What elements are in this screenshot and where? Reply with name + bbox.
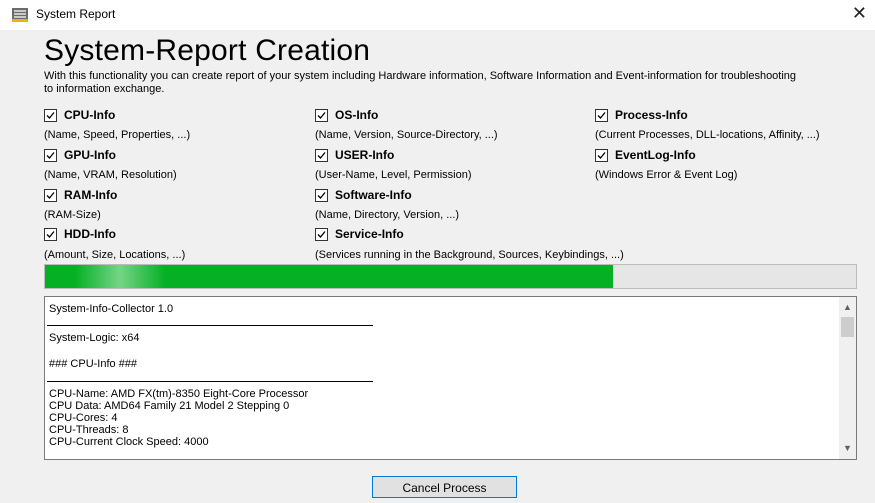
hdd-info-label: HDD-Info <box>64 227 116 241</box>
os-info-checkbox[interactable]: OS-Info <box>315 108 378 122</box>
eventlog-info-label: EventLog-Info <box>615 148 696 162</box>
os-info-label: OS-Info <box>335 108 379 122</box>
page-title: System-Report Creation <box>44 34 371 67</box>
gpu-info-label: GPU-Info <box>64 148 116 162</box>
process-info-description: (Current Processes, DLL-locations, Affin… <box>595 129 820 141</box>
ram-info-description: (RAM-Size) <box>44 209 101 221</box>
hdd-info-checkbox[interactable]: HDD-Info <box>44 227 116 241</box>
checkbox-checked-icon[interactable] <box>315 148 328 162</box>
vertical-scrollbar[interactable]: ▲ ▼ <box>839 297 856 459</box>
scroll-down-arrow-icon[interactable]: ▼ <box>839 440 856 457</box>
ram-info-label: RAM-Info <box>64 188 118 202</box>
window-title: System Report <box>36 7 116 21</box>
log-separator <box>47 325 373 326</box>
process-info-checkbox[interactable]: Process-Info <box>595 108 688 122</box>
log-line: ### CPU-Info ### <box>49 358 138 370</box>
progress-shine <box>75 265 165 288</box>
software-info-label: Software-Info <box>335 188 412 202</box>
hdd-info-description: (Amount, Size, Locations, ...) <box>44 249 186 261</box>
process-info-label: Process-Info <box>615 108 688 122</box>
log-line: CPU-Name: AMD FX(tm)-8350 Eight-Core Pro… <box>49 388 309 400</box>
log-output[interactable]: System-Info-Collector 1.0 System-Logic: … <box>44 296 857 460</box>
log-line: CPU Data: AMD64 Family 21 Model 2 Steppi… <box>49 400 290 412</box>
checkbox-checked-icon[interactable] <box>315 188 328 202</box>
eventlog-info-checkbox[interactable]: EventLog-Info <box>595 148 696 162</box>
checkbox-checked-icon[interactable] <box>44 227 57 241</box>
user-info-label: USER-Info <box>335 148 395 162</box>
report-icon <box>12 8 28 22</box>
service-info-description: (Services running in the Background, Sou… <box>315 249 624 261</box>
scrollbar-thumb[interactable] <box>841 317 854 337</box>
log-line: System-Info-Collector 1.0 <box>49 303 174 315</box>
cpu-info-description: (Name, Speed, Properties, ...) <box>44 129 191 141</box>
user-info-checkbox[interactable]: USER-Info <box>315 148 394 162</box>
user-info-description: (User-Name, Level, Permission) <box>315 169 472 181</box>
checkbox-checked-icon[interactable] <box>44 108 57 122</box>
gpu-info-checkbox[interactable]: GPU-Info <box>44 148 116 162</box>
log-line: System-Logic: x64 <box>49 332 140 344</box>
progress-bar <box>44 264 857 289</box>
log-line: CPU-Threads: 8 <box>49 424 129 436</box>
eventlog-info-description: (Windows Error & Event Log) <box>595 169 738 181</box>
checkbox-checked-icon[interactable] <box>44 148 57 162</box>
cancel-process-button[interactable]: Cancel Process <box>372 476 517 498</box>
checkbox-checked-icon[interactable] <box>595 148 608 162</box>
software-info-checkbox[interactable]: Software-Info <box>315 188 412 202</box>
checkbox-checked-icon[interactable] <box>315 227 328 241</box>
cpu-info-checkbox[interactable]: CPU-Info <box>44 108 115 122</box>
page-description: With this functionality you can create r… <box>44 70 797 95</box>
title-bar: System Report ✕ <box>0 0 875 30</box>
checkbox-checked-icon[interactable] <box>315 108 328 122</box>
os-info-description: (Name, Version, Source-Directory, ...) <box>315 129 498 141</box>
checkbox-checked-icon[interactable] <box>44 188 57 202</box>
service-info-checkbox[interactable]: Service-Info <box>315 227 404 241</box>
software-info-description: (Name, Directory, Version, ...) <box>315 209 460 221</box>
gpu-info-description: (Name, VRAM, Resolution) <box>44 169 177 181</box>
scroll-up-arrow-icon[interactable]: ▲ <box>839 299 856 316</box>
checkbox-checked-icon[interactable] <box>595 108 608 122</box>
cpu-info-label: CPU-Info <box>64 108 116 122</box>
ram-info-checkbox[interactable]: RAM-Info <box>44 188 117 202</box>
log-line: CPU-Cores: 4 <box>49 412 118 424</box>
log-line: CPU-Current Clock Speed: 4000 <box>49 436 209 448</box>
service-info-label: Service-Info <box>335 227 404 241</box>
log-separator <box>47 381 373 382</box>
close-icon[interactable]: ✕ <box>852 4 867 24</box>
